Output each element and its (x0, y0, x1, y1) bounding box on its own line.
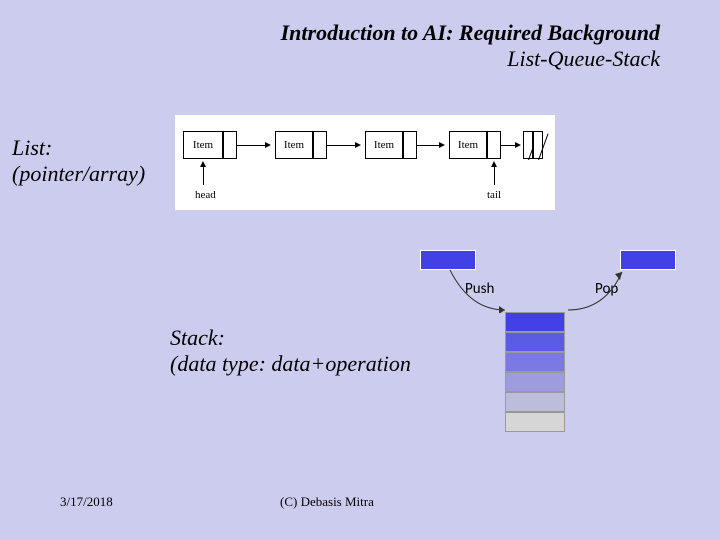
stack-cell (505, 352, 565, 372)
list-node: Item (275, 131, 313, 159)
list-node-pointer (223, 131, 237, 159)
arrowhead-icon (515, 142, 521, 148)
stack-cell (505, 412, 565, 432)
arrowhead-icon (200, 161, 206, 167)
title-line1: Introduction to AI: Required Background (0, 20, 660, 46)
slash-icon (538, 134, 549, 161)
push-element (420, 250, 476, 270)
list-heading: List: (pointer/array) (12, 135, 145, 187)
list-null-terminator (533, 131, 543, 159)
head-label: head (195, 189, 216, 201)
list-node-pointer (313, 131, 327, 159)
slide-title: Introduction to AI: Required Background … (0, 0, 720, 72)
pop-arrow-icon (560, 268, 630, 313)
arrowhead-icon (439, 142, 445, 148)
list-node: Item (449, 131, 487, 159)
list-null-terminator (523, 131, 533, 159)
title-line2: List-Queue-Stack (0, 46, 660, 72)
linked-list-diagram: Item Item Item Item head tail (175, 115, 555, 210)
stack-cell (505, 392, 565, 412)
stack-label-1: Stack: (170, 325, 411, 351)
stack-heading: Stack: (data type: data+operation (170, 325, 411, 377)
list-label-2: (pointer/array) (12, 161, 145, 187)
list-node: Item (365, 131, 403, 159)
footer-date: 3/17/2018 (60, 494, 113, 510)
arrowhead-icon (491, 161, 497, 167)
arrow-line (237, 145, 267, 146)
push-arrow-icon (445, 268, 515, 313)
footer-copyright: (C) Debasis Mitra (280, 494, 374, 510)
arrow-line (327, 145, 357, 146)
stack-cell (505, 372, 565, 392)
arrow-line (417, 145, 441, 146)
arrowhead-icon (265, 142, 271, 148)
pop-element (620, 250, 676, 270)
list-node-pointer (403, 131, 417, 159)
arrowhead-icon (355, 142, 361, 148)
list-node: Item (183, 131, 223, 159)
stack-diagram: Push Pop (420, 250, 680, 450)
stack-label-2: (data type: data+operation (170, 351, 411, 377)
arrow-line (203, 165, 204, 185)
stack-cell (505, 332, 565, 352)
list-node-pointer (487, 131, 501, 159)
stack-cell (505, 312, 565, 332)
arrow-line (494, 165, 495, 185)
list-label-1: List: (12, 135, 145, 161)
tail-label: tail (487, 189, 501, 201)
